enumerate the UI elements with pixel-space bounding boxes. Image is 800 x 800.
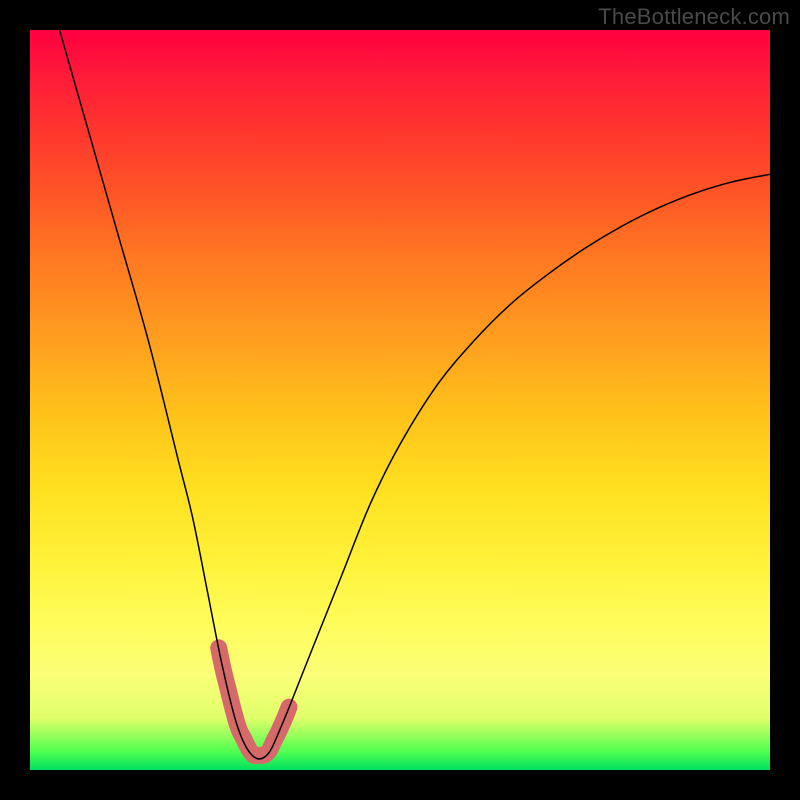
watermark-text: TheBottleneck.com	[598, 4, 790, 30]
outer-frame: TheBottleneck.com	[0, 0, 800, 800]
plot-area	[30, 30, 770, 770]
curve-svg	[30, 30, 770, 770]
bottleneck-curve-highlight	[219, 648, 289, 756]
bottleneck-curve	[60, 30, 770, 759]
